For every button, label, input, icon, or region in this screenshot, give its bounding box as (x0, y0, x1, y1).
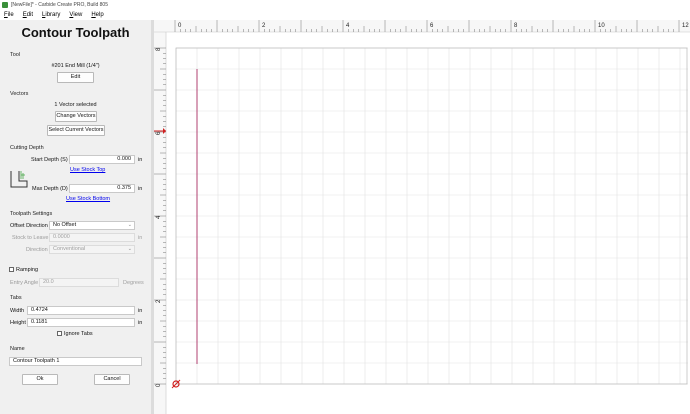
toolpath-settings-section-label: Toolpath Settings (10, 211, 53, 217)
use-stock-top-link[interactable]: Use Stock Top (70, 167, 105, 173)
ignore-tabs-checkbox[interactable] (57, 331, 62, 336)
title-bar: [NewFile]* - Carbide Create PRO, Build 8… (0, 0, 690, 9)
chevron-down-icon: ⌄ (127, 246, 132, 252)
name-section-label: Name (10, 346, 25, 352)
max-depth-unit: in (138, 186, 143, 192)
vectors-status: 1 Vector selected (54, 102, 97, 108)
offset-direction-label: Offset Direction (10, 223, 48, 229)
select-current-vectors-button[interactable]: Select Current Vectors (47, 125, 105, 136)
menu-bar: File Edit Library View Help (0, 9, 690, 20)
toolpath-panel: Contour Toolpath Tool #201 End Mill (1/4… (0, 20, 151, 414)
tool-name: #201 End Mill (1/4") (51, 63, 100, 69)
tab-height-unit: in (138, 320, 143, 326)
app-icon (2, 1, 8, 8)
toolpath-name-input[interactable]: Contour Toolpath 1 (9, 357, 142, 366)
tab-width-label: Width (10, 308, 25, 314)
window-title: [NewFile]* - Carbide Create PRO, Build 8… (11, 1, 108, 8)
tabs-section-label: Tabs (10, 295, 22, 301)
tab-height-label: Height (10, 320, 26, 326)
stock-to-leave-label: Stock to Leave (12, 235, 49, 241)
menu-library[interactable]: Library (42, 12, 60, 18)
entry-angle-input[interactable]: 20.0 (39, 278, 119, 287)
offset-direction-value: No Offset (53, 222, 77, 228)
start-depth-label: Start Depth (S) (31, 157, 68, 163)
offset-direction-select[interactable]: No Offset ⌄ (49, 221, 135, 230)
cutting-depth-section-label: Cutting Depth (10, 145, 44, 151)
tab-width-input[interactable]: 0.4724 (27, 306, 135, 315)
ramping-label: Ramping (16, 267, 39, 273)
ruler-label-x: 12 (682, 23, 689, 29)
use-stock-bottom-link[interactable]: Use Stock Bottom (66, 196, 110, 202)
ramping-checkbox[interactable] (9, 267, 14, 272)
change-vectors-button[interactable]: Change Vectors (55, 111, 97, 122)
edit-tool-button[interactable]: Edit (57, 72, 94, 83)
panel-title: Contour Toolpath (21, 25, 130, 40)
stock-to-leave-input[interactable]: 0.0000 (49, 233, 135, 242)
menu-help[interactable]: Help (91, 12, 103, 18)
menu-file[interactable]: File (4, 12, 14, 18)
ok-button[interactable]: Ok (22, 374, 58, 385)
cancel-button[interactable]: Cancel (94, 374, 130, 385)
max-depth-input[interactable]: 0.375 (69, 184, 135, 193)
tool-section-label: Tool (10, 52, 21, 58)
entry-angle-unit: Degrees (123, 280, 144, 286)
direction-value: Conventional (53, 246, 86, 252)
chevron-down-icon: ⌄ (127, 222, 132, 228)
stock-to-leave-unit: in (138, 235, 143, 241)
menu-view[interactable]: View (69, 12, 82, 18)
left-ruler (154, 32, 166, 414)
design-canvas[interactable]: 0 2 4 6 8 10 12 8 6 4 2 0 (154, 20, 690, 414)
vectors-section-label: Vectors (10, 91, 29, 97)
tab-width-unit: in (138, 308, 143, 314)
max-depth-label: Max Depth (D) (32, 186, 68, 192)
start-depth-unit: in (138, 157, 143, 163)
tab-height-input[interactable]: 0.1181 (27, 318, 135, 327)
direction-label: Direction (26, 247, 48, 253)
canvas-drawing: 0 2 4 6 8 10 1286420 (154, 20, 690, 414)
direction-select[interactable]: Conventional ⌄ (49, 245, 135, 254)
start-depth-input[interactable]: 0.000 (69, 155, 135, 164)
depth-diagram-icon (10, 171, 28, 188)
ignore-tabs-label: Ignore Tabs (64, 331, 93, 337)
entry-angle-label: Entry Angle (10, 280, 39, 286)
ruler-label-x: 10 (598, 23, 605, 29)
menu-edit[interactable]: Edit (23, 12, 33, 18)
